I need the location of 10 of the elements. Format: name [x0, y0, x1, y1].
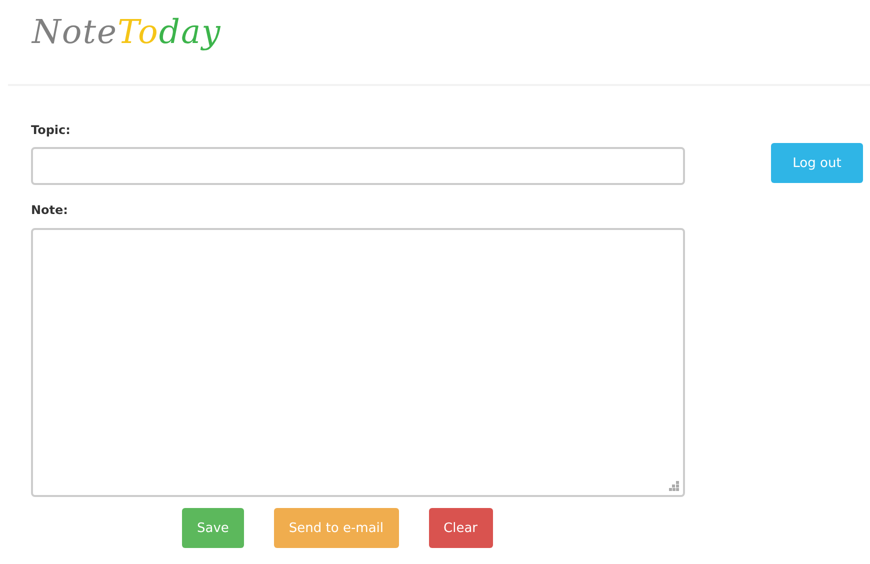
note-field[interactable] [31, 228, 685, 497]
logout-button[interactable]: Log out [771, 143, 863, 183]
field-label: Note: [31, 203, 69, 219]
topic-field[interactable] [31, 147, 685, 185]
send-email-button[interactable]: Send to e-mail [274, 508, 399, 548]
save-button[interactable]: Save [182, 508, 244, 548]
field-label: Topic: [31, 123, 72, 139]
resize-grip-icon[interactable] [669, 481, 679, 491]
clear-button[interactable]: Clear [428, 508, 493, 548]
logo: NoteToday [32, 12, 222, 51]
